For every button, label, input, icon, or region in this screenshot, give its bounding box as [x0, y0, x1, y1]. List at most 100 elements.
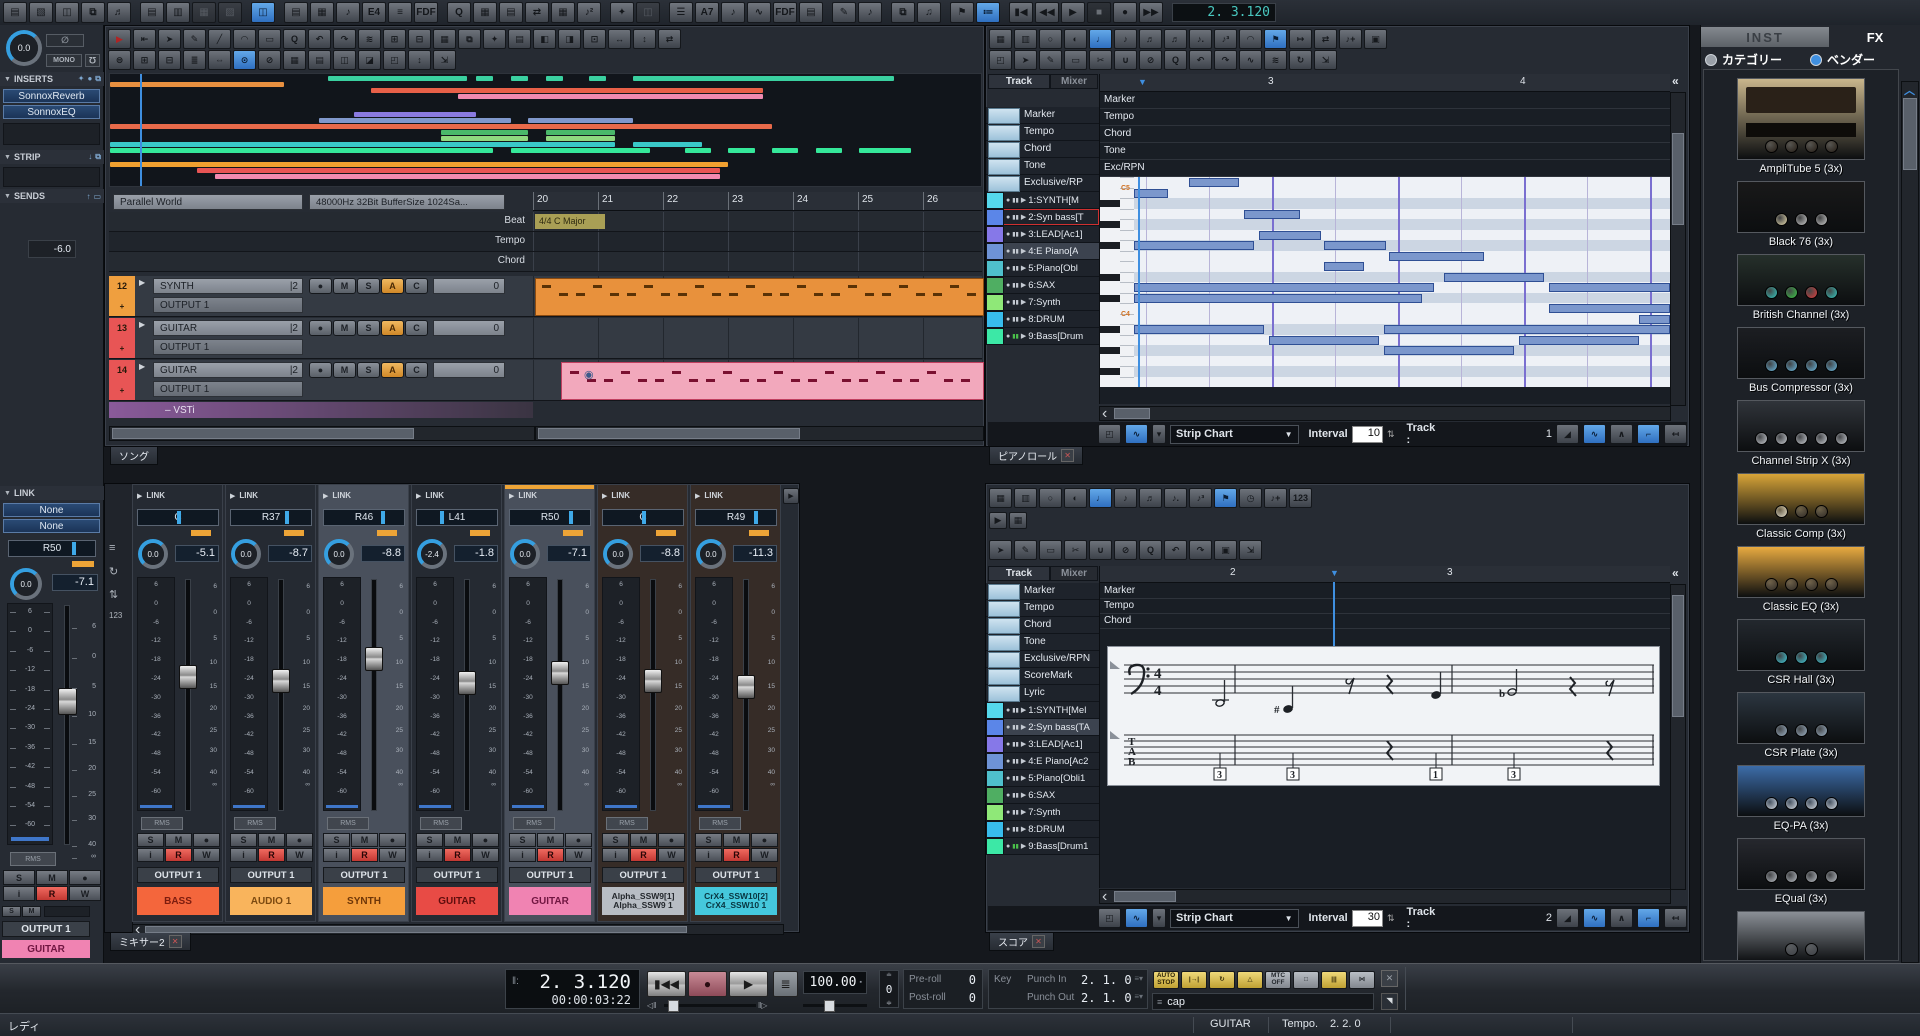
audio-import-button[interactable]: ▦	[192, 2, 216, 23]
track-list-item[interactable]: ●▮▮▶2:Syn bass(TA	[986, 719, 1099, 736]
strip-i-button[interactable]: i	[230, 848, 257, 862]
down-icon[interactable]: ↓	[88, 152, 92, 162]
mute-button[interactable]: ⊘	[1114, 540, 1137, 560]
meta-row-exclusiverpn[interactable]: Exclusive/RPN	[986, 651, 1099, 668]
score-import-button[interactable]: ▤	[140, 2, 164, 23]
punch-in-value[interactable]: 2. 1. 0	[1081, 973, 1132, 987]
scrollbar-thumb[interactable]	[1672, 595, 1684, 717]
strip-record-button[interactable]: ●	[193, 833, 220, 847]
strip-link-header[interactable]: ▶LINK	[323, 491, 351, 500]
black-key[interactable]	[1100, 274, 1120, 281]
plus-icon[interactable]: +	[120, 344, 125, 353]
radio-vendor[interactable]: ベンダー	[1810, 51, 1875, 68]
left-pane-button[interactable]: ◧	[533, 29, 556, 49]
track-record-button[interactable]: ●	[309, 362, 332, 378]
plugin-item[interactable]: Channel Strip X (3x)	[1737, 400, 1865, 467]
track-a-button[interactable]: A	[381, 362, 404, 378]
strip-output-button[interactable]: OUTPUT 1	[602, 867, 684, 883]
strip-r-button[interactable]: R	[351, 848, 378, 862]
piano-keys[interactable]: C5C4	[1100, 177, 1135, 387]
plugin-item[interactable]: Black 76 (3x)	[1737, 181, 1865, 248]
track-m-button[interactable]: M	[333, 362, 356, 378]
note-bar[interactable]	[1384, 346, 1514, 355]
open-file-button[interactable]: ▧	[29, 2, 53, 23]
grid-small-button[interactable]: ▦	[1009, 512, 1027, 529]
score-input-button[interactable]: ♪	[858, 2, 882, 23]
plus-icon[interactable]: +	[120, 386, 125, 395]
strip-s-button[interactable]: S	[137, 833, 164, 847]
score-staff-area[interactable]: 44#bTAB3313	[1107, 646, 1660, 786]
close-icon[interactable]: ✕	[169, 935, 182, 948]
fader-track[interactable]	[557, 579, 563, 811]
tab-inst[interactable]: INST	[1701, 27, 1829, 47]
strip-i-button[interactable]: i	[695, 848, 722, 862]
track-list-item[interactable]: ●▮▮▶1:SYNTH[M	[986, 192, 1099, 209]
panel-button[interactable]: ▣	[1364, 29, 1387, 49]
black-key[interactable]	[1100, 347, 1120, 354]
fade-icon[interactable]: ◢	[1556, 424, 1579, 444]
play-arrow-icon[interactable]: ▶	[1021, 706, 1026, 714]
strip-m-button[interactable]: M	[351, 833, 378, 847]
snap-button[interactable]: ▥	[1014, 488, 1037, 508]
plugin-vscrollbar[interactable]: ︿	[1901, 81, 1919, 963]
track-name-tag[interactable]: GUITAR	[2, 940, 90, 958]
pan-slider[interactable]: L41	[416, 509, 498, 526]
rms-button[interactable]: RMS	[606, 817, 648, 830]
track-list-item[interactable]: ●▮▮▶7:Synth	[986, 294, 1099, 311]
refresh-button[interactable]: ↻	[1289, 50, 1312, 70]
strip-empty-slot[interactable]	[3, 167, 100, 187]
meta-row-marker[interactable]: Marker	[986, 583, 1099, 600]
pan-slider[interactable]: C	[137, 509, 219, 526]
half-note-button[interactable]: ◐	[1064, 488, 1087, 508]
rect-tool-button[interactable]: ▭	[258, 29, 281, 49]
undo-button[interactable]: ↶	[1189, 50, 1212, 70]
v-fit-button[interactable]: ↕	[633, 29, 656, 49]
select-mode-button[interactable]: ◰	[1098, 908, 1121, 928]
scissors-button[interactable]: ✂	[1089, 50, 1112, 70]
score-mark-icon[interactable]	[1110, 661, 1120, 669]
vsti-row[interactable]: – VSTi	[109, 402, 533, 418]
snap-button[interactable]: ⊜	[108, 50, 131, 70]
tie-button[interactable]: ◠	[1239, 29, 1262, 49]
step-icon[interactable]: ⌐	[1637, 908, 1660, 928]
grid-button[interactable]: ▦	[989, 488, 1012, 508]
strip-w-button[interactable]: W	[193, 848, 220, 862]
scissors-button[interactable]: ✂	[1064, 540, 1087, 560]
strip-button[interactable]: ▤	[508, 29, 531, 49]
score-export-button[interactable]: ▥	[166, 2, 190, 23]
track-a-button[interactable]: A	[381, 320, 404, 336]
score-file-button[interactable]: ♬	[107, 2, 131, 23]
curve-icon[interactable]: ∿	[1583, 908, 1606, 928]
strip-record-button[interactable]: ●	[472, 833, 499, 847]
resize-button[interactable]: ⇲	[1314, 50, 1337, 70]
strip-record-button[interactable]: ●	[286, 833, 313, 847]
record-dot-icon[interactable]: ●	[1006, 758, 1010, 765]
box-button[interactable]: ⊡	[583, 29, 606, 49]
chevron-down-icon[interactable]: ▾	[1152, 908, 1166, 928]
meter-icon[interactable]: ▭	[93, 192, 101, 201]
spin-down-icon[interactable]: ≑	[886, 999, 892, 1007]
plugin-item[interactable]: EQ-PA (3x)	[1737, 765, 1865, 832]
plugin-item[interactable]: EQual (3x)	[1737, 838, 1865, 905]
play-arrow-icon[interactable]: ▶	[139, 362, 145, 371]
note-area[interactable]	[1134, 177, 1670, 387]
redo-button[interactable]: ↷	[1214, 50, 1237, 70]
meta-row-lyric[interactable]: Lyric	[986, 685, 1099, 702]
record-dot-icon[interactable]: ●	[1006, 826, 1010, 833]
strip-record-button[interactable]: ●	[751, 833, 778, 847]
strip-s-button[interactable]: S	[230, 833, 257, 847]
score-hscrollbar[interactable]: ‹	[1099, 889, 1671, 904]
track-list-item[interactable]: ●▮▮▶7:Synth	[986, 804, 1099, 821]
strip-knob[interactable]: 0.0	[607, 543, 629, 565]
record-dot-icon[interactable]: ●	[1006, 316, 1010, 323]
inserts-section-header[interactable]: ▼INSERTS✦●⧉	[0, 72, 104, 86]
track-output-field[interactable]: OUTPUT 1	[153, 297, 303, 313]
channel-i-button[interactable]: i	[3, 886, 35, 901]
strip-i-button[interactable]: i	[509, 848, 536, 862]
wave-mode-button[interactable]: ∿	[1125, 908, 1148, 928]
timeline-ruler[interactable]: 20212223242526	[533, 192, 982, 211]
note-edit-button[interactable]: ♪	[336, 2, 360, 23]
play-button[interactable]: ▶	[729, 971, 768, 997]
scrollbar-thumb[interactable]	[1114, 408, 1150, 419]
note-bar[interactable]	[1134, 294, 1422, 303]
